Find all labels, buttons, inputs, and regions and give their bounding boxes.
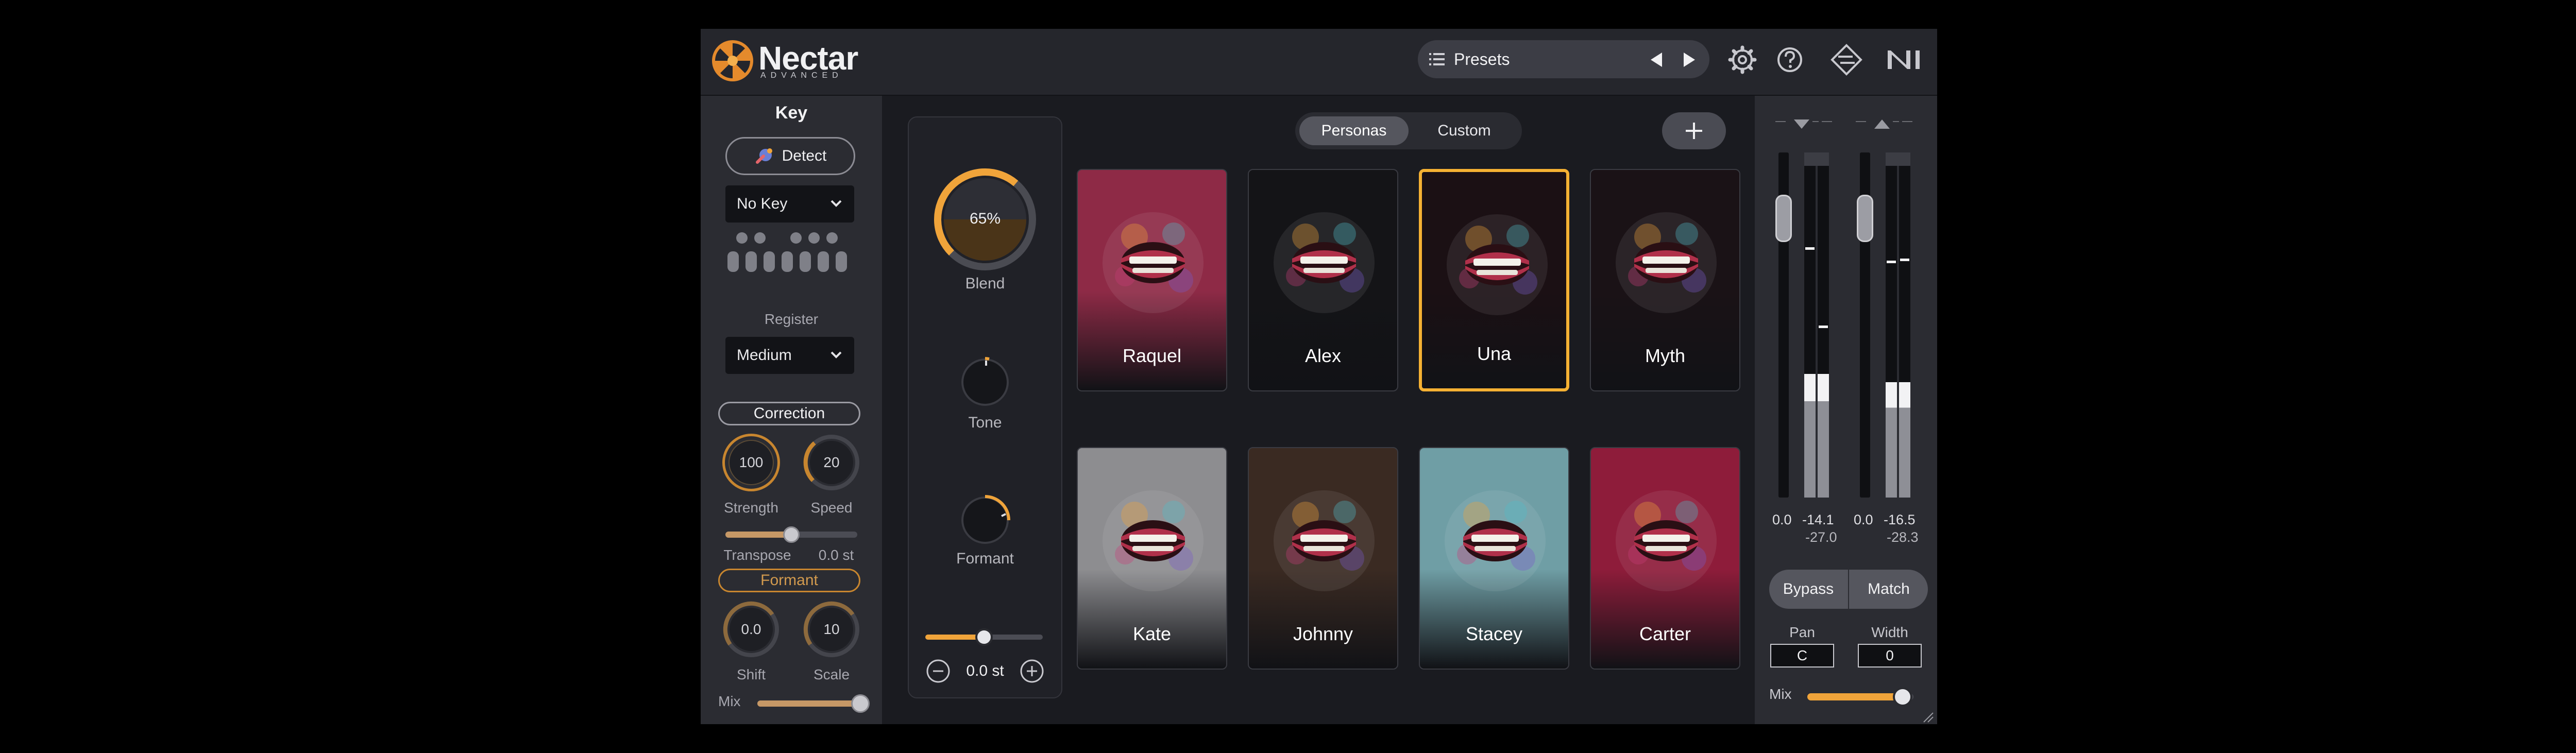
add-persona-button[interactable] xyxy=(1662,112,1726,149)
output-meter-header xyxy=(1856,119,1912,129)
help-icon[interactable] xyxy=(1773,43,1806,76)
shift-value: 0.0 xyxy=(741,621,761,637)
input-peak: 0.0 xyxy=(1772,512,1792,527)
gear-icon[interactable] xyxy=(1726,43,1759,76)
blend-value: 65% xyxy=(969,210,1001,227)
persona-card[interactable]: Alex xyxy=(1248,169,1398,391)
persona-name: Stacey xyxy=(1465,623,1523,644)
key-title: Key xyxy=(775,103,808,123)
bypass-match-group: Bypass Match xyxy=(1769,570,1928,609)
minus-icon[interactable] xyxy=(925,658,951,684)
app-edition: ADVANCED xyxy=(760,71,843,80)
ni-logo-icon[interactable] xyxy=(1885,43,1926,76)
persona-card[interactable]: Stacey xyxy=(1419,447,1569,670)
blend-panel: 65% Blend Tone Formant 0.0 st xyxy=(908,116,1062,698)
formant-toggle[interactable]: Formant xyxy=(718,569,860,592)
persona-card[interactable]: Raquel xyxy=(1077,169,1227,391)
pitch-slider-thumb[interactable] xyxy=(975,628,993,646)
formant-mix-label: Mix xyxy=(718,693,741,709)
routing-icon[interactable] xyxy=(1828,41,1865,78)
register-label: Register xyxy=(764,311,819,327)
pan-label: Pan xyxy=(1789,624,1815,640)
presets-bar[interactable]: Presets xyxy=(1418,40,1709,78)
match-button[interactable]: Match xyxy=(1850,570,1928,609)
input-rms-secondary: -27.0 xyxy=(1805,529,1837,545)
width-label: Width xyxy=(1871,624,1908,640)
transpose-value: 0.0 st xyxy=(818,547,854,563)
logo-icon xyxy=(712,40,753,81)
output-rms-secondary: -28.3 xyxy=(1887,529,1919,545)
output-rms: -16.5 xyxy=(1884,512,1916,527)
strength-value: 100 xyxy=(739,454,764,470)
header-bar: Nectar ADVANCED Presets xyxy=(701,29,1937,96)
persona-name: Kate xyxy=(1132,623,1172,644)
output-peak: 0.0 xyxy=(1854,512,1873,527)
plus-icon xyxy=(1686,123,1702,139)
bypass-button[interactable]: Bypass xyxy=(1769,570,1848,609)
persona-card[interactable]: Kate xyxy=(1077,447,1227,670)
shift-label: Shift xyxy=(736,666,766,682)
persona-card[interactable]: Carter xyxy=(1590,447,1740,670)
formant-mix-thumb[interactable] xyxy=(851,694,870,713)
key-value: No Key xyxy=(737,195,788,212)
input-gain-fader-handle[interactable] xyxy=(1775,195,1792,242)
output-gain-fader-handle[interactable] xyxy=(1857,195,1873,242)
key-correction-panel: Key Detect No Key Register Medium Correc… xyxy=(701,96,882,724)
nectar-plugin-window: Nectar ADVANCED Presets Key Detect No Ke… xyxy=(701,29,1937,724)
persona-name: Myth xyxy=(1645,345,1685,366)
persona-name: Alex xyxy=(1304,345,1342,366)
persona-card[interactable]: Myth xyxy=(1590,169,1740,391)
output-mix-thumb[interactable] xyxy=(1893,687,1913,707)
persona-card[interactable]: Johnny xyxy=(1248,447,1398,670)
tab-personas[interactable]: Personas xyxy=(1299,116,1409,145)
input-meter-header xyxy=(1775,119,1832,129)
output-panel: 0.0 -14.1 -27.0 0.0 -16.5 -28.3 Bypass M… xyxy=(1755,96,1937,724)
width-field[interactable]: 0 xyxy=(1858,644,1922,668)
key-keyboard[interactable] xyxy=(725,232,857,273)
register-value: Medium xyxy=(737,347,792,364)
formant-knob[interactable] xyxy=(957,492,1013,548)
next-arrow-icon[interactable] xyxy=(1682,52,1697,68)
register-dropdown[interactable]: Medium xyxy=(725,337,854,374)
speed-label: Speed xyxy=(810,500,853,516)
presets-label: Presets xyxy=(1454,50,1510,69)
plus-icon[interactable] xyxy=(1019,658,1045,684)
detect-label: Detect xyxy=(782,147,827,164)
prev-arrow-icon[interactable] xyxy=(1649,52,1664,68)
scale-label: Scale xyxy=(813,666,850,682)
tone-knob[interactable] xyxy=(957,354,1013,410)
tab-custom[interactable]: Custom xyxy=(1411,116,1518,145)
blend-label: Blend xyxy=(965,275,1005,292)
input-rms: -14.1 xyxy=(1802,512,1834,527)
list-icon xyxy=(1429,53,1445,65)
persona-name: Una xyxy=(1477,343,1512,364)
persona-name: Johnny xyxy=(1293,623,1353,644)
pitch-value: 0.0 st xyxy=(966,662,1004,679)
correction-toggle[interactable]: Correction xyxy=(718,402,860,425)
tone-label: Tone xyxy=(968,414,1002,431)
speed-value: 20 xyxy=(823,454,840,470)
resize-grip-icon[interactable] xyxy=(1922,711,1934,723)
persona-card[interactable]: Una xyxy=(1419,169,1569,391)
chevron-down-icon xyxy=(831,351,842,358)
detect-button[interactable]: Detect xyxy=(725,137,855,175)
chevron-down-icon xyxy=(831,200,842,207)
transpose-slider-thumb[interactable] xyxy=(783,526,800,543)
pan-field[interactable]: C xyxy=(1770,644,1834,668)
output-mix-label: Mix xyxy=(1769,686,1792,702)
formant-label: Formant xyxy=(956,550,1014,567)
key-dropdown[interactable]: No Key xyxy=(725,185,854,223)
persona-name: Carter xyxy=(1639,623,1691,644)
transpose-label: Transpose xyxy=(723,547,791,563)
strength-label: Strength xyxy=(724,500,778,516)
detect-icon xyxy=(755,148,772,164)
persona-name: Raquel xyxy=(1122,345,1182,366)
scale-value: 10 xyxy=(823,621,840,637)
persona-tabs: Personas Custom xyxy=(1295,112,1522,149)
